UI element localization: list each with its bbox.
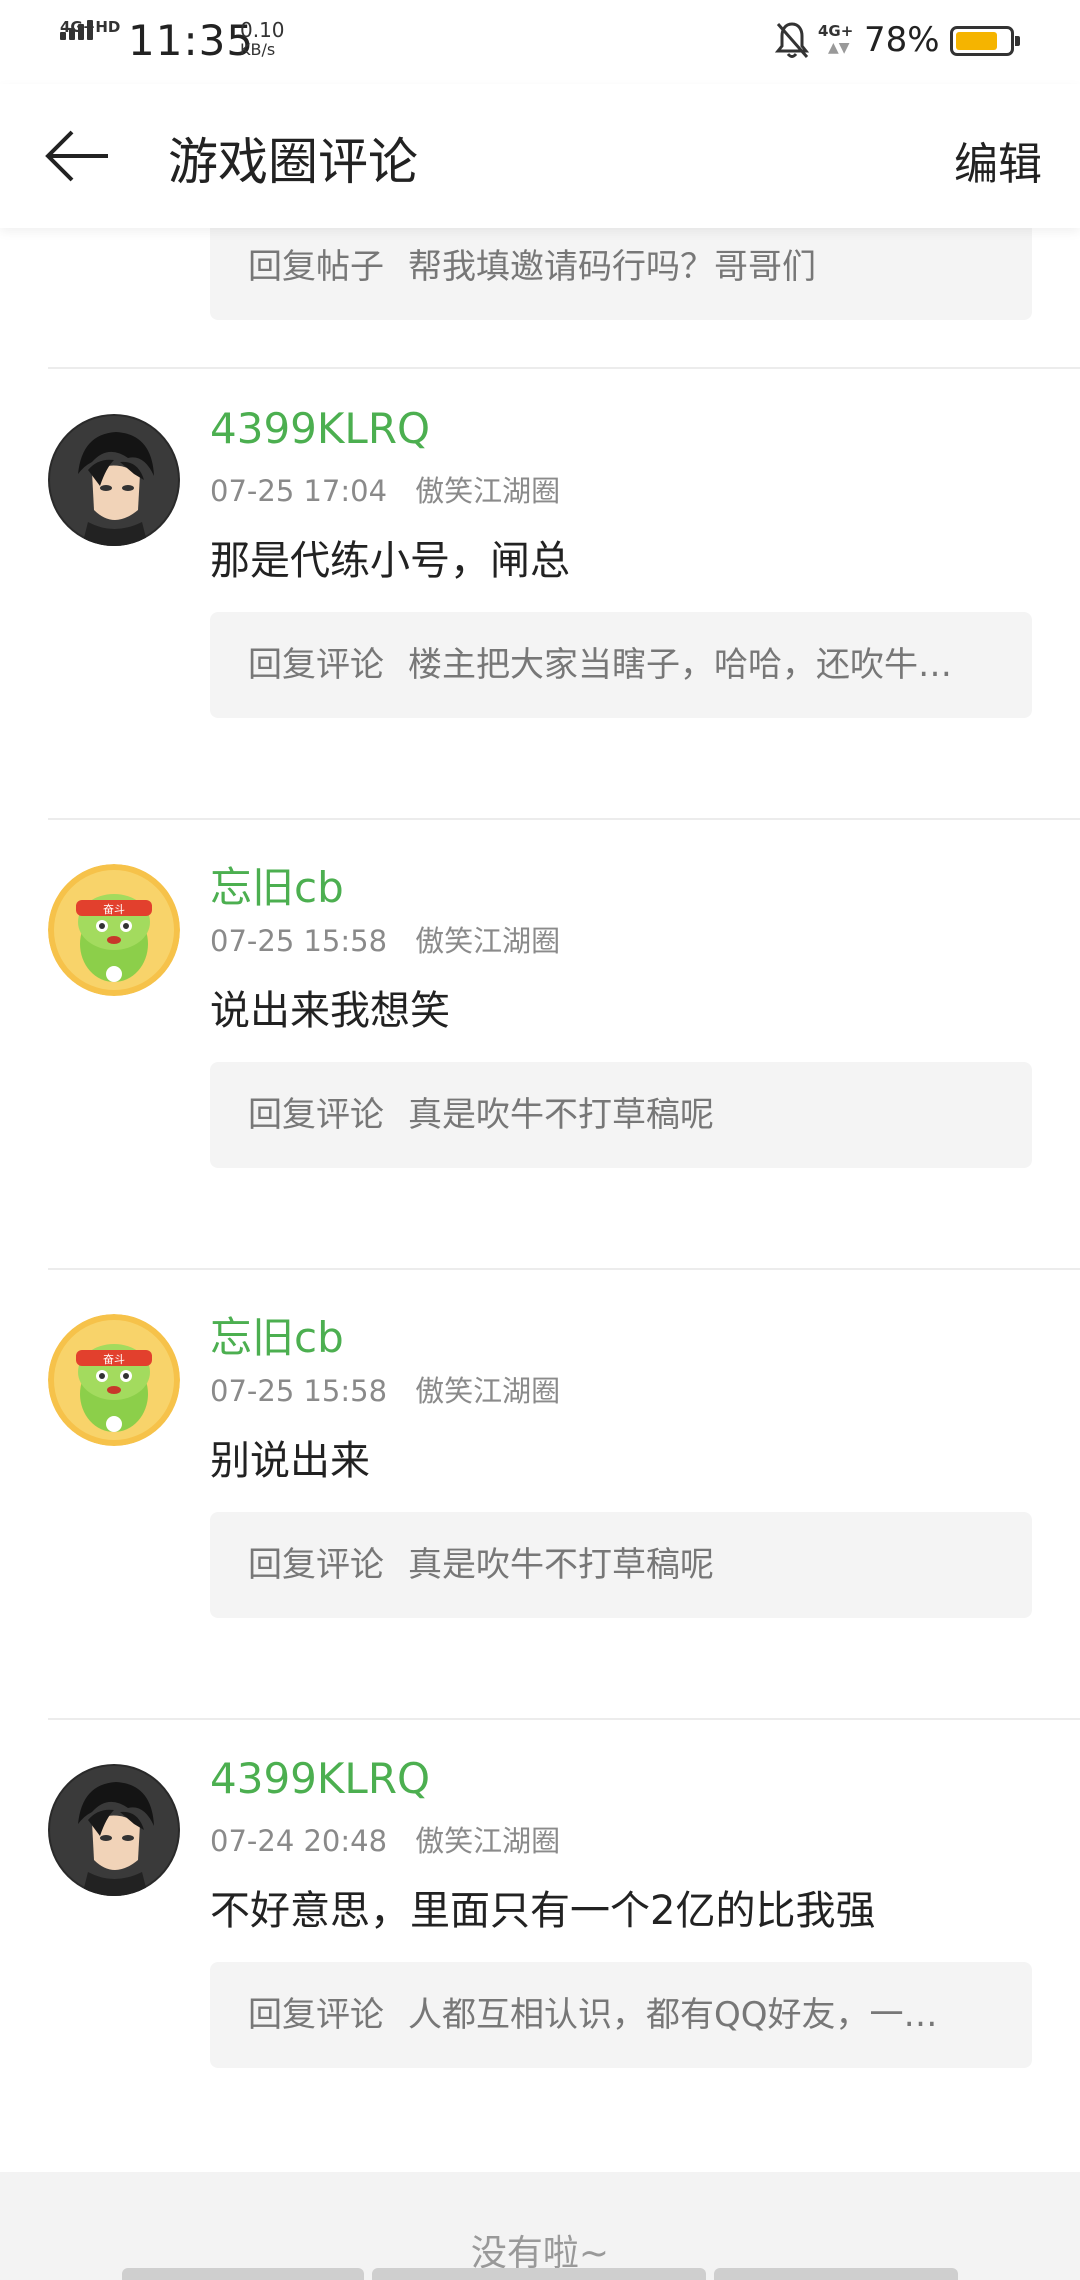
signal-icon: 4G+HD xyxy=(58,18,120,62)
bell-muted-icon xyxy=(774,22,810,58)
reply-quote[interactable]: 回复评论 楼主把大家当瞎子，哈哈，还吹牛… xyxy=(210,612,1032,718)
username[interactable]: 忘旧cb xyxy=(210,854,344,915)
svg-text:奋斗: 奋斗 xyxy=(103,902,125,916)
comment-item[interactable]: 奋斗 忘旧cb 07-25 15:58 傲笑江湖圈 别说出来 回复评论 真是吹牛不打… xyxy=(0,1268,1080,1718)
battery-percent: 78% xyxy=(864,20,940,60)
circle-name[interactable]: 傲笑江湖圈 xyxy=(415,474,560,508)
comment-item[interactable]: 4399KLRQ 07-24 20:48 傲笑江湖圈 不好意思，里面只有一个2亿的… xyxy=(0,1718,1080,2168)
reply-kind: 回复评论 xyxy=(248,1995,384,2035)
back-arrow-icon[interactable] xyxy=(42,124,112,188)
network-speed-value: 0.10 xyxy=(240,18,285,42)
comment-time: 07-25 17:04 xyxy=(210,474,388,508)
circle-name[interactable]: 傲笑江湖圈 xyxy=(415,1824,560,1858)
comment-meta: 07-25 15:58 傲笑江湖圈 xyxy=(210,918,560,960)
reply-kind: 回复评论 xyxy=(248,1095,384,1135)
comment-time: 07-24 20:48 xyxy=(210,1824,388,1858)
svg-text:奋斗: 奋斗 xyxy=(103,1352,125,1366)
reply-quote[interactable]: 回复评论 真是吹牛不打草稿呢 xyxy=(210,1512,1032,1618)
avatar[interactable]: 奋斗 xyxy=(48,1314,180,1446)
username[interactable]: 4399KLRQ xyxy=(210,1754,430,1803)
battery-fill xyxy=(956,32,997,50)
list-end-footer: 没有啦~ xyxy=(0,2172,1080,2280)
comment-meta: 07-25 15:58 傲笑江湖圈 xyxy=(210,1368,560,1410)
avatar[interactable]: 奋斗 xyxy=(48,864,180,996)
page-title: 游戏圈评论 xyxy=(168,133,418,191)
reply-kind: 回复帖子 xyxy=(248,247,384,287)
network-speed-unit: KB/s xyxy=(240,40,276,59)
reply-kind: 回复评论 xyxy=(248,645,384,685)
comment-item[interactable]: 奋斗 忘旧cb 07-25 15:58 傲笑江湖圈 说出来我想笑 回复评论 真是吹牛… xyxy=(0,818,1080,1268)
reply-kind: 回复评论 xyxy=(248,1545,384,1585)
reply-text: 真是吹牛不打草稿呢 xyxy=(408,1095,714,1135)
username[interactable]: 4399KLRQ xyxy=(210,404,430,453)
username[interactable]: 忘旧cb xyxy=(210,1304,344,1365)
reply-text: 楼主把大家当瞎子，哈哈，还吹牛… xyxy=(408,645,952,685)
green-mascot-avatar: 奋斗 xyxy=(48,1314,180,1446)
comment-text: 别说出来 xyxy=(210,1438,370,1484)
comment-time: 07-25 15:58 xyxy=(210,924,388,958)
status-bar: 4G+HD 11:35 0.10 KB/s 4G+ ▲▼ 78% xyxy=(0,0,1080,84)
green-mascot-avatar: 奋斗 xyxy=(48,864,180,996)
circle-name[interactable]: 傲笑江湖圈 xyxy=(415,924,560,958)
reply-quote[interactable]: 回复评论 人都互相认识，都有QQ好友，一… xyxy=(210,1962,1032,2068)
network-type-2: 4G+ xyxy=(818,22,854,40)
comment-item[interactable]: 4399KLRQ 07-25 17:04 傲笑江湖圈 那是代练小号，闸总 回复评论… xyxy=(0,368,1080,818)
reply-text: 帮我填邀请码行吗？哥哥们 xyxy=(408,247,816,287)
app-header: 游戏圈评论 编辑 xyxy=(0,84,1080,228)
nav-hint-bar xyxy=(122,2268,364,2280)
battery-icon xyxy=(950,26,1020,56)
network-speed: 0.10 KB/s xyxy=(240,20,285,60)
comment-meta: 07-24 20:48 傲笑江湖圈 xyxy=(210,1818,560,1860)
network-4g-icon: 4G+ ▲▼ xyxy=(818,22,854,56)
reply-quote[interactable]: 回复评论 真是吹牛不打草稿呢 xyxy=(210,1062,1032,1168)
reply-text: 真是吹牛不打草稿呢 xyxy=(408,1545,714,1585)
anime-boy-avatar xyxy=(48,414,180,546)
nav-hint-bar xyxy=(714,2268,958,2280)
comment-text: 那是代练小号，闸总 xyxy=(210,538,570,584)
status-time: 11:35 xyxy=(128,16,255,65)
edit-button[interactable]: 编辑 xyxy=(954,128,1042,192)
circle-name[interactable]: 傲笑江湖圈 xyxy=(415,1374,560,1408)
comment-time: 07-25 15:58 xyxy=(210,1374,388,1408)
reply-quote[interactable]: 回复帖子 帮我填邀请码行吗？哥哥们 xyxy=(210,214,1032,320)
reply-text: 人都互相认识，都有QQ好友，一… xyxy=(408,1995,938,2035)
comment-text: 不好意思，里面只有一个2亿的比我强 xyxy=(210,1888,876,1934)
avatar[interactable] xyxy=(48,414,180,546)
anime-boy-avatar xyxy=(48,1764,180,1896)
avatar[interactable] xyxy=(48,1764,180,1896)
comment-meta: 07-25 17:04 傲笑江湖圈 xyxy=(210,468,560,510)
nav-hint-bar xyxy=(372,2268,706,2280)
comment-text: 说出来我想笑 xyxy=(210,988,450,1034)
